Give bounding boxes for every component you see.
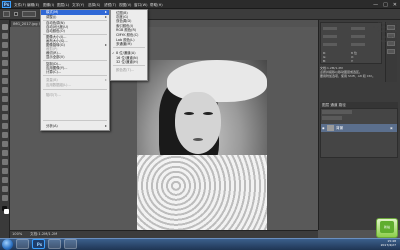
image-menu-apply-data-set[interactable]: 应用数据组(L)...: [46, 83, 71, 87]
menu-select[interactable]: 选择(S): [88, 2, 100, 8]
layer-thumbnail: [327, 125, 334, 131]
menu-separator: [43, 60, 107, 61]
start-button[interactable]: [2, 239, 13, 250]
close-icon[interactable]: ✕: [393, 2, 397, 8]
mode-multichannel[interactable]: 多通道(M): [116, 42, 132, 46]
menu-separator: [43, 75, 107, 76]
menu-edit[interactable]: 编辑(E): [27, 2, 39, 8]
image-menu-analysis[interactable]: 分析(A): [46, 124, 58, 128]
swatches-panel-icon[interactable]: [387, 49, 395, 54]
image-eye-left: [184, 112, 194, 115]
maximize-icon[interactable]: □: [383, 2, 388, 8]
lasso-tool-icon[interactable]: [2, 42, 8, 48]
healing-brush-tool-icon[interactable]: [2, 78, 8, 84]
info-hint-2: 要用附加选项，使用 Shift、Alt 和 Ctrl。: [320, 74, 376, 78]
type-tool-icon[interactable]: [2, 159, 8, 165]
hand-tool-icon[interactable]: [2, 186, 8, 192]
taskbar-photoshop-button[interactable]: Ps: [32, 239, 45, 249]
status-doc-size: 文档:1.2M/1.2M: [30, 232, 58, 236]
menu-file[interactable]: 文件(F): [14, 2, 26, 8]
blend-mode-dropdown[interactable]: [322, 116, 342, 120]
zoom-tool-icon[interactable]: [2, 195, 8, 201]
mode-color-table[interactable]: 颜色表(T)...: [116, 68, 134, 72]
gradient-tool-icon[interactable]: [2, 123, 8, 129]
lock-icon: ▣: [390, 126, 393, 130]
eyedropper-tool-icon[interactable]: [2, 69, 8, 75]
submenu-arrow-icon: [105, 11, 107, 13]
move-tool-icon[interactable]: [3, 11, 10, 17]
image-menu-trap[interactable]: 陷印(T)...: [46, 93, 61, 97]
auto-select-dropdown[interactable]: [22, 11, 36, 17]
image-hat: [167, 60, 267, 102]
submenu-arrow-icon: [105, 16, 107, 18]
info-row: [323, 43, 337, 46]
clone-stamp-tool-icon[interactable]: [2, 96, 8, 102]
menu-separator: [43, 89, 107, 90]
auto-select-checkbox[interactable]: [14, 12, 18, 16]
image-face: [175, 92, 221, 154]
marquee-tool-icon[interactable]: [2, 33, 8, 39]
mode-8-bit[interactable]: 8 位/通道(A): [116, 51, 136, 55]
menu-window[interactable]: 窗口(W): [134, 2, 148, 8]
document-image[interactable]: [137, 60, 267, 232]
history-brush-tool-icon[interactable]: [2, 105, 8, 111]
system-tray-clock[interactable]: 15:48 2017/4/27: [381, 239, 396, 247]
image-menu-mode[interactable]: 模式(M): [46, 10, 58, 14]
mode-rgb-color[interactable]: RGB 颜色(R): [116, 28, 136, 32]
info-b: B:: [323, 59, 327, 63]
info-row: [351, 43, 365, 46]
pen-tool-icon[interactable]: [2, 150, 8, 156]
shape-tool-icon[interactable]: [2, 177, 8, 183]
menu-help[interactable]: 帮助(H): [150, 2, 163, 8]
blur-tool-icon[interactable]: [2, 132, 8, 138]
menu-view[interactable]: 视图(V): [119, 2, 131, 8]
window-controls: — □ ✕: [373, 1, 397, 8]
crop-tool-icon[interactable]: [2, 60, 8, 66]
brush-tool-icon[interactable]: [2, 87, 8, 93]
photoshop-icon: Ps: [36, 242, 43, 247]
menu-image[interactable]: 图像(I): [43, 2, 54, 8]
menu-filter[interactable]: 滤镜(T): [104, 2, 116, 8]
taskbar-app-button[interactable]: [48, 239, 61, 249]
menu-layer[interactable]: 图层(L): [57, 2, 69, 8]
move-tool-icon[interactable]: [2, 24, 8, 30]
layer-filter-dropdown[interactable]: [322, 110, 352, 114]
image-eye-right: [203, 112, 213, 115]
photoshop-logo-icon: Ps: [2, 1, 11, 8]
menu-type[interactable]: 文字(Y): [72, 2, 84, 8]
info-y: Y:: [351, 59, 354, 63]
image-lips: [193, 138, 203, 141]
zoom-level[interactable]: 100%: [12, 231, 22, 238]
background-color-swatch[interactable]: [4, 209, 9, 214]
mode-32-bit[interactable]: 32 位/通道(H): [116, 60, 138, 64]
image-menu-calculations[interactable]: 计算(C)...: [46, 70, 61, 74]
path-select-tool-icon[interactable]: [2, 168, 8, 174]
watermark-badge-label: 新站: [380, 221, 394, 233]
submenu-arrow-icon: [105, 44, 107, 46]
eye-icon[interactable]: ◉: [322, 126, 325, 130]
info-panel-text: 文档:1.2M/1.2M 点按并拖移以移动图层或选区。 要用附加选项，使用 Sh…: [320, 66, 382, 90]
eraser-tool-icon[interactable]: [2, 114, 8, 120]
dodge-tool-icon[interactable]: [2, 141, 8, 147]
image-menu-reveal-all[interactable]: 显示全部(V): [46, 55, 65, 59]
taskbar-app-button[interactable]: [64, 239, 77, 249]
mode-duotone[interactable]: 双色调(D): [116, 19, 131, 23]
image-menu-auto-color[interactable]: 自动颜色(O): [46, 29, 65, 33]
minimize-icon[interactable]: —: [373, 2, 378, 8]
image-menu-adjustments[interactable]: 调整(J): [46, 15, 56, 19]
quick-select-tool-icon[interactable]: [2, 51, 8, 57]
image-menu-variables[interactable]: 变量(B): [46, 78, 58, 82]
taskbar-explorer-button[interactable]: [16, 239, 29, 249]
image-scarf: [137, 155, 267, 232]
menu-separator: [43, 120, 107, 121]
submenu-arrow-icon: [105, 79, 107, 81]
checkmark-icon: ✓: [112, 51, 115, 55]
menu-separator: [113, 47, 145, 48]
mode-cmyk-color[interactable]: CMYK 颜色(C): [116, 33, 138, 37]
layer-name[interactable]: 背景: [336, 125, 343, 131]
submenu-arrow-icon: [105, 125, 107, 127]
tray-date: 2017/4/27: [380, 243, 396, 247]
menu-separator: [113, 65, 145, 66]
